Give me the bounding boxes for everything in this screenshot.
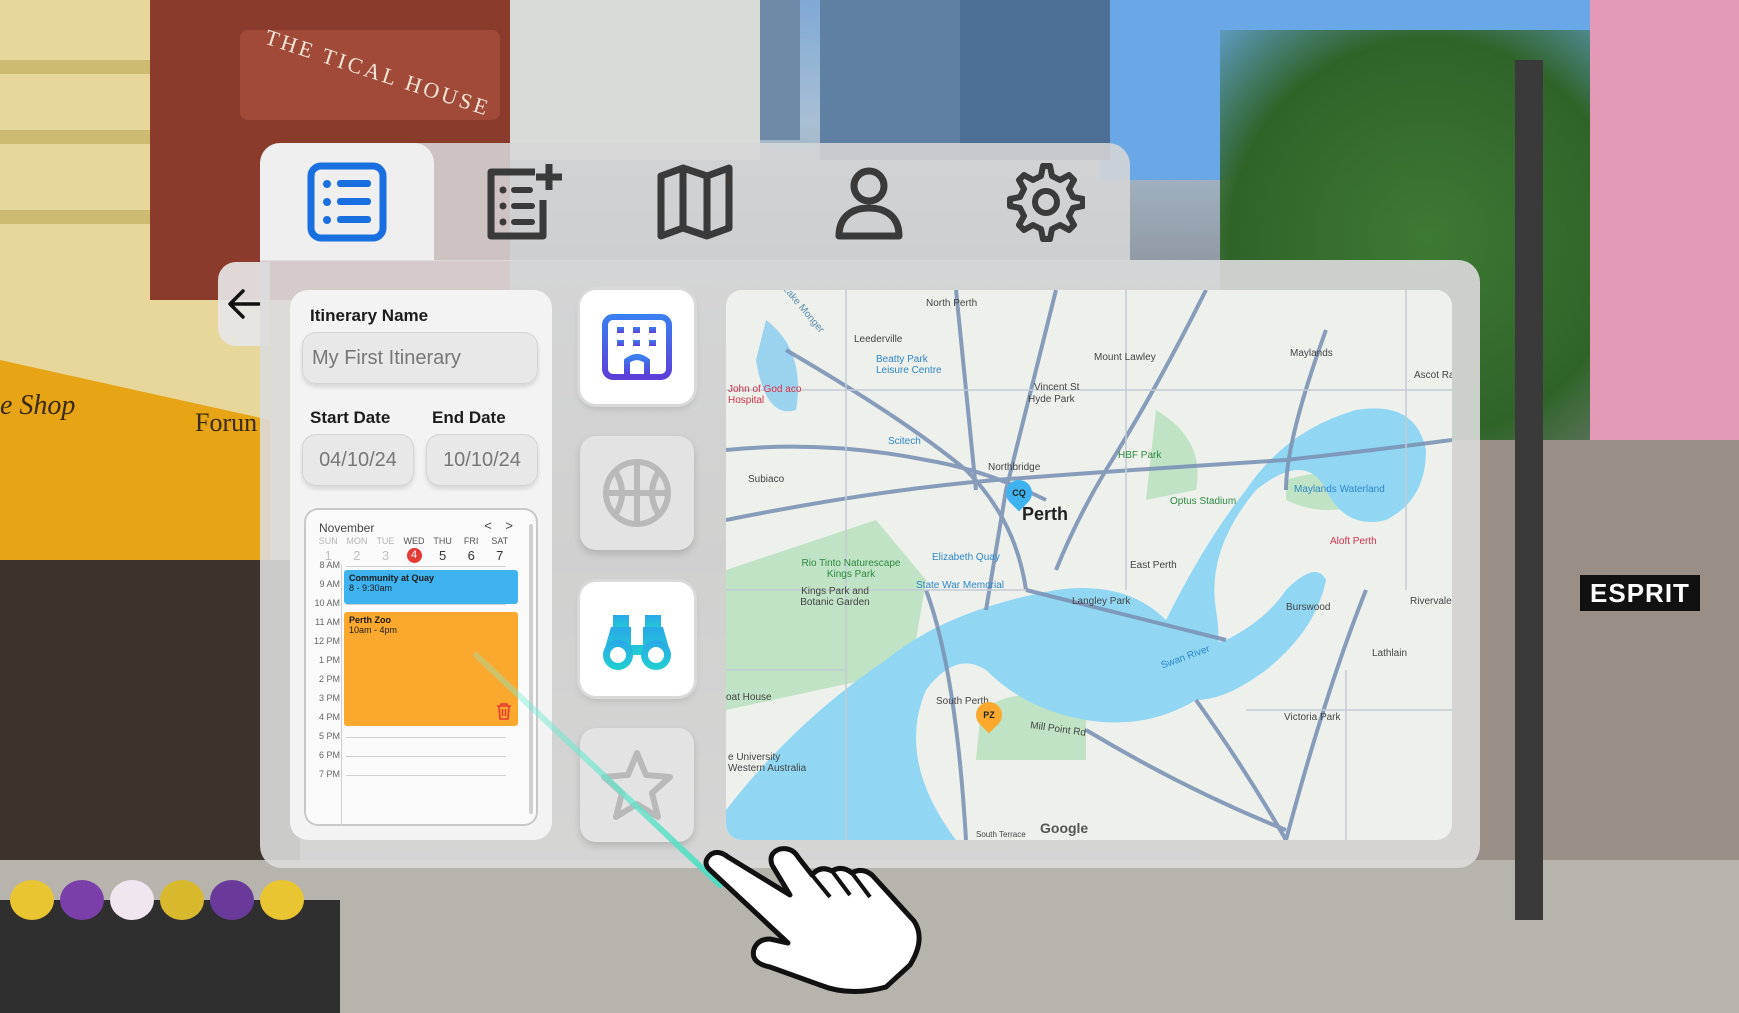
hand-pointer-icon <box>703 846 922 995</box>
